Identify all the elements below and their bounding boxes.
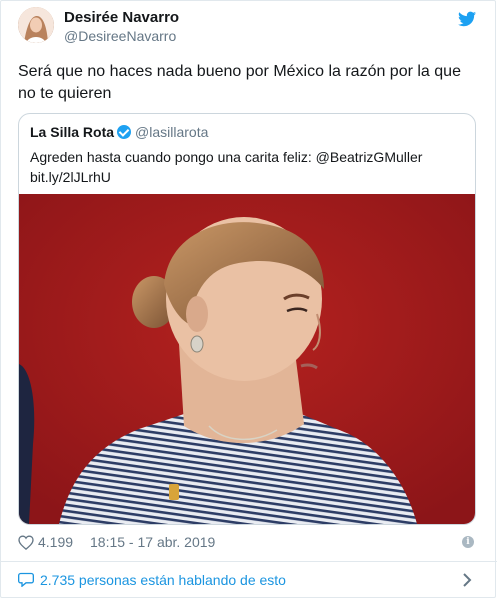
- tweet-card: Desirée Navarro @DesireeNavarro Será que…: [0, 0, 497, 598]
- quoted-link[interactable]: bit.ly/2lJLrhU: [30, 167, 460, 187]
- quoted-tweet[interactable]: La Silla Rota @lasillarota Agreden hasta …: [18, 113, 476, 525]
- avatar[interactable]: [18, 7, 54, 43]
- quoted-author-name[interactable]: La Silla Rota: [30, 124, 114, 140]
- like-count[interactable]: 4.199: [38, 534, 73, 550]
- avatar-image: [18, 7, 54, 43]
- author-name[interactable]: Desirée Navarro: [64, 9, 179, 26]
- tweet-text: Será que no haces nada bueno por México …: [18, 63, 461, 102]
- author-handle[interactable]: @DesireeNavarro: [64, 28, 176, 44]
- chevron-right-icon[interactable]: [462, 573, 472, 587]
- quoted-tweet-text: Agreden hasta cuando pongo una carita fe…: [30, 147, 460, 187]
- heart-icon[interactable]: [18, 535, 34, 550]
- speech-bubble-icon: [18, 572, 34, 587]
- quoted-photo[interactable]: [19, 194, 475, 524]
- conversation-label[interactable]: 2.735 personas están hablando de esto: [40, 572, 286, 588]
- quoted-tweet-header: La Silla Rota @lasillarota: [30, 124, 208, 144]
- quoted-text-line: Agreden hasta cuando pongo una carita fe…: [30, 149, 423, 165]
- timestamp[interactable]: 18:15 - 17 abr. 2019: [90, 534, 215, 550]
- twitter-bird-icon[interactable]: [458, 11, 476, 27]
- tweet-header: Desirée Navarro @DesireeNavarro: [18, 7, 480, 47]
- info-icon[interactable]: i: [462, 536, 474, 548]
- tweet-meta: 4.199 18:15 - 17 abr. 2019 i: [18, 533, 480, 553]
- verified-badge-icon: [117, 125, 132, 139]
- conversation-link[interactable]: 2.735 personas están hablando de esto: [18, 569, 480, 593]
- divider: [1, 561, 497, 562]
- quoted-author-handle[interactable]: @lasillarota: [135, 124, 208, 140]
